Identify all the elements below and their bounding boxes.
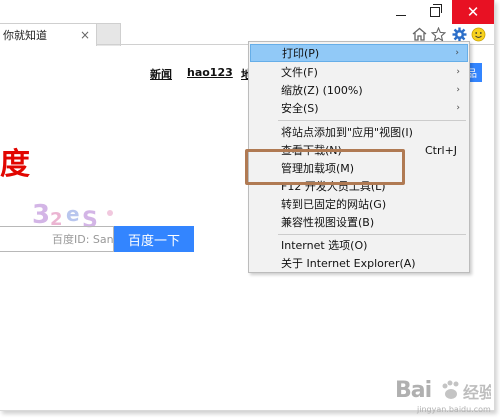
watermark-text: Bai: [395, 378, 432, 403]
baidu-jingyan-watermark: Bai 经验 jingyan.baidu.com: [395, 372, 495, 414]
menu-item-internet-options[interactable]: Internet 选项(O): [250, 236, 468, 254]
submenu-arrow-icon: ›: [456, 103, 460, 113]
menu-item-label: 转到已固定的网站(G): [281, 198, 387, 211]
submenu-arrow-icon: ›: [456, 85, 460, 95]
menu-item-label: 将站点添加到"应用"视图(I): [281, 126, 413, 139]
baidu-logo: 度: [0, 147, 30, 182]
nav-hao123-link[interactable]: hao123: [187, 66, 233, 79]
annotation-highlight-box: [245, 149, 405, 185]
menu-item-pinned-sites[interactable]: 转到已固定的网站(G): [250, 195, 468, 213]
menu-item-compat-view[interactable]: 兼容性视图设置(B): [250, 213, 468, 231]
menu-separator: [278, 120, 466, 121]
paw-icon: 经验: [442, 380, 491, 402]
svg-text:e: e: [66, 202, 80, 226]
submenu-arrow-icon: ›: [456, 67, 460, 77]
watermark-url: jingyan.baidu.com: [417, 405, 491, 414]
menu-item-label: Internet 选项(O): [281, 239, 368, 252]
tab-title: 你就知道: [3, 29, 47, 42]
submenu-arrow-icon: ›: [455, 48, 459, 58]
menu-item-print[interactable]: 打印(P) ›: [250, 44, 468, 62]
browser-tab[interactable]: 你就知道 ×: [0, 23, 97, 46]
menu-item-add-to-apps[interactable]: 将站点添加到"应用"视图(I): [250, 123, 468, 141]
close-window-button[interactable]: ✕: [452, 0, 494, 24]
restore-button[interactable]: [418, 0, 452, 24]
new-tab-button[interactable]: [96, 23, 121, 46]
menu-item-about-ie[interactable]: 关于 Internet Explorer(A): [250, 254, 468, 272]
restore-icon: [430, 4, 442, 17]
gear-icon[interactable]: [451, 26, 467, 42]
search-input[interactable]: 百度ID: Sanpitt: [0, 226, 114, 252]
nav-news-link[interactable]: 新闻: [150, 66, 172, 82]
menu-item-shortcut: Ctrl+J: [425, 143, 458, 157]
feedback-smiley-icon[interactable]: [470, 26, 486, 42]
menu-item-safety[interactable]: 安全(S) ›: [250, 99, 468, 117]
search-button[interactable]: 百度一下: [114, 226, 194, 252]
close-icon: ✕: [466, 2, 480, 21]
svg-text:经验: 经验: [463, 383, 491, 402]
menu-item-label: 安全(S): [281, 102, 319, 115]
menu-item-label: 关于 Internet Explorer(A): [281, 257, 416, 270]
tab-close-icon[interactable]: ×: [80, 28, 90, 42]
menu-item-zoom[interactable]: 缩放(Z) (100%) ›: [250, 81, 468, 99]
home-icon[interactable]: [411, 26, 427, 42]
minimize-button[interactable]: [384, 0, 418, 24]
menu-item-file[interactable]: 文件(F) ›: [250, 63, 468, 81]
menu-item-label: 兼容性视图设置(B): [281, 216, 375, 229]
favorites-star-icon[interactable]: [430, 26, 446, 42]
minimize-icon: [396, 14, 406, 16]
menu-item-label: 文件(F): [281, 66, 318, 79]
menu-item-label: 打印(P): [282, 47, 320, 60]
menu-separator: [278, 234, 466, 235]
menu-item-label: 缩放(Z) (100%): [281, 84, 363, 97]
